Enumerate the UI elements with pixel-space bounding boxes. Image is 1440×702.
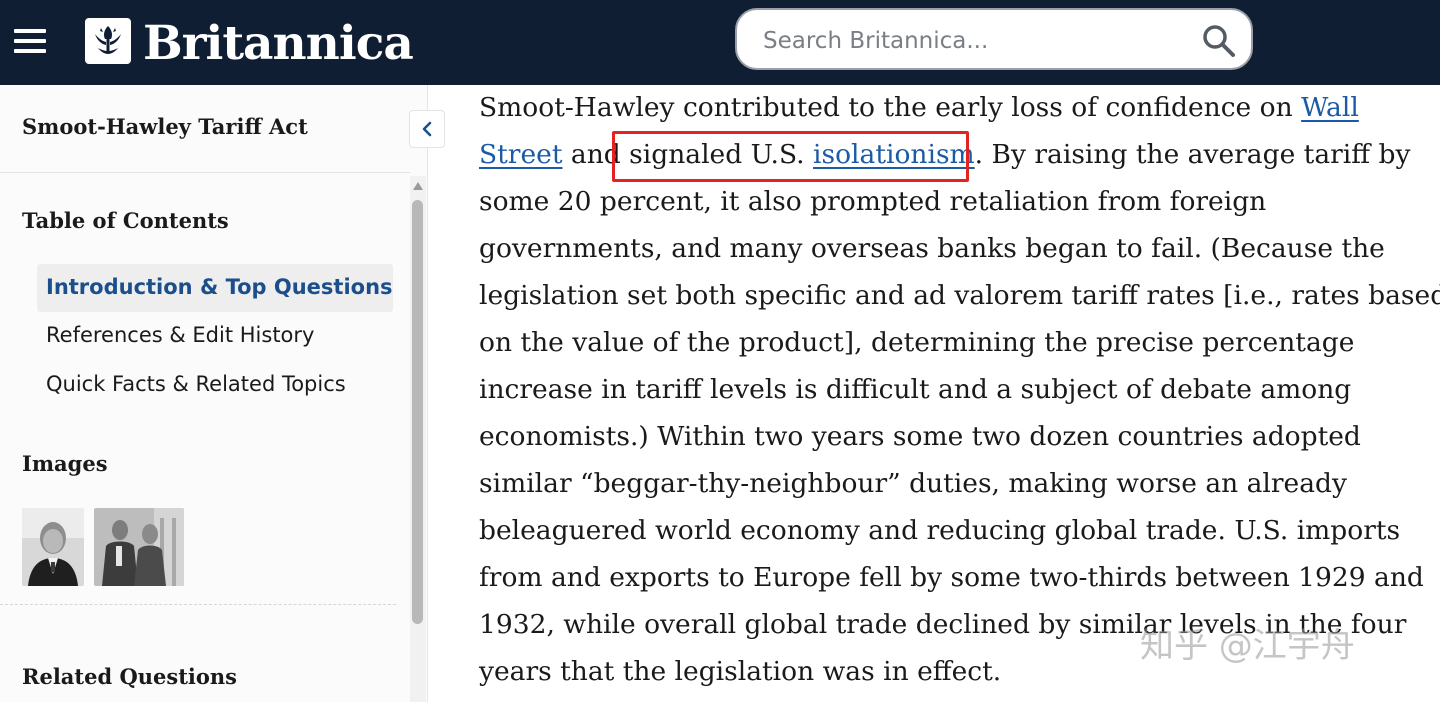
article-line: Street and signaled U.S. isolationism. B…	[479, 131, 1411, 178]
article-line: from and exports to Europe fell by some …	[479, 562, 1424, 593]
toc-item-references[interactable]: References & Edit History	[46, 323, 314, 347]
top-header: Britannica	[0, 0, 1440, 85]
image-thumbnail[interactable]	[94, 508, 184, 586]
article-line: legislation set both specific and ad val…	[479, 280, 1440, 311]
britannica-wordmark[interactable]: Britannica	[143, 12, 414, 76]
search-icon[interactable]	[1202, 24, 1236, 58]
scroll-up-arrow-icon[interactable]	[413, 182, 423, 190]
article-line: Smoot-Hawley contributed to the early lo…	[479, 84, 1409, 131]
toc-item-quick-facts[interactable]: Quick Facts & Related Topics	[46, 372, 346, 396]
article-line: years that the legislation was in effect…	[479, 656, 1002, 687]
article-text: Smoot-Hawley contributed to the early lo…	[479, 92, 1302, 123]
sidebar-scrollbar-thumb[interactable]	[412, 200, 423, 624]
article-text: and signaled U.S.	[562, 139, 814, 170]
sidebar-divider-line	[0, 172, 410, 173]
toc-item-introduction[interactable]: Introduction & Top Questions	[46, 275, 393, 299]
article-text: . By raising the average tariff by	[974, 139, 1411, 170]
article-body: Smoot-Hawley contributed to the early lo…	[479, 84, 1440, 695]
article-line: governments, and many overseas banks beg…	[479, 233, 1385, 264]
article-line: beleaguered world economy and reducing g…	[479, 515, 1401, 546]
article-line: on the value of the product], determinin…	[479, 327, 1355, 358]
search-box	[735, 8, 1253, 70]
toc-heading: Table of Contents	[22, 208, 229, 233]
images-heading: Images	[22, 451, 108, 476]
search-input[interactable]	[761, 22, 1185, 60]
britannica-thistle-logo[interactable]	[85, 18, 131, 64]
article-line: economists.) Within two years some two d…	[479, 421, 1361, 452]
article-line: some 20 percent, it also prompted retali…	[479, 186, 1267, 217]
chevron-left-icon	[422, 121, 432, 137]
sidebar-dashed-divider	[0, 604, 396, 605]
collapse-sidebar-button[interactable]	[409, 110, 445, 148]
link-wall-street[interactable]: Wall	[1301, 92, 1359, 123]
link-wall-street[interactable]: Street	[479, 139, 563, 170]
hamburger-menu-icon[interactable]	[14, 29, 48, 53]
article-line: 1932, while overall global trade decline…	[479, 609, 1407, 640]
related-questions-heading: Related Questions	[22, 664, 237, 689]
image-thumbnail[interactable]	[22, 508, 84, 586]
sidebar-divider	[427, 85, 428, 702]
link-isolationism[interactable]: isolationism	[813, 139, 975, 170]
sidebar-article-title[interactable]: Smoot-Hawley Tariff Act	[22, 114, 308, 139]
article-line: similar “beggar-thy-neighbour” duties, m…	[479, 468, 1347, 499]
article-line: increase in tariff levels is difficult a…	[479, 374, 1352, 405]
